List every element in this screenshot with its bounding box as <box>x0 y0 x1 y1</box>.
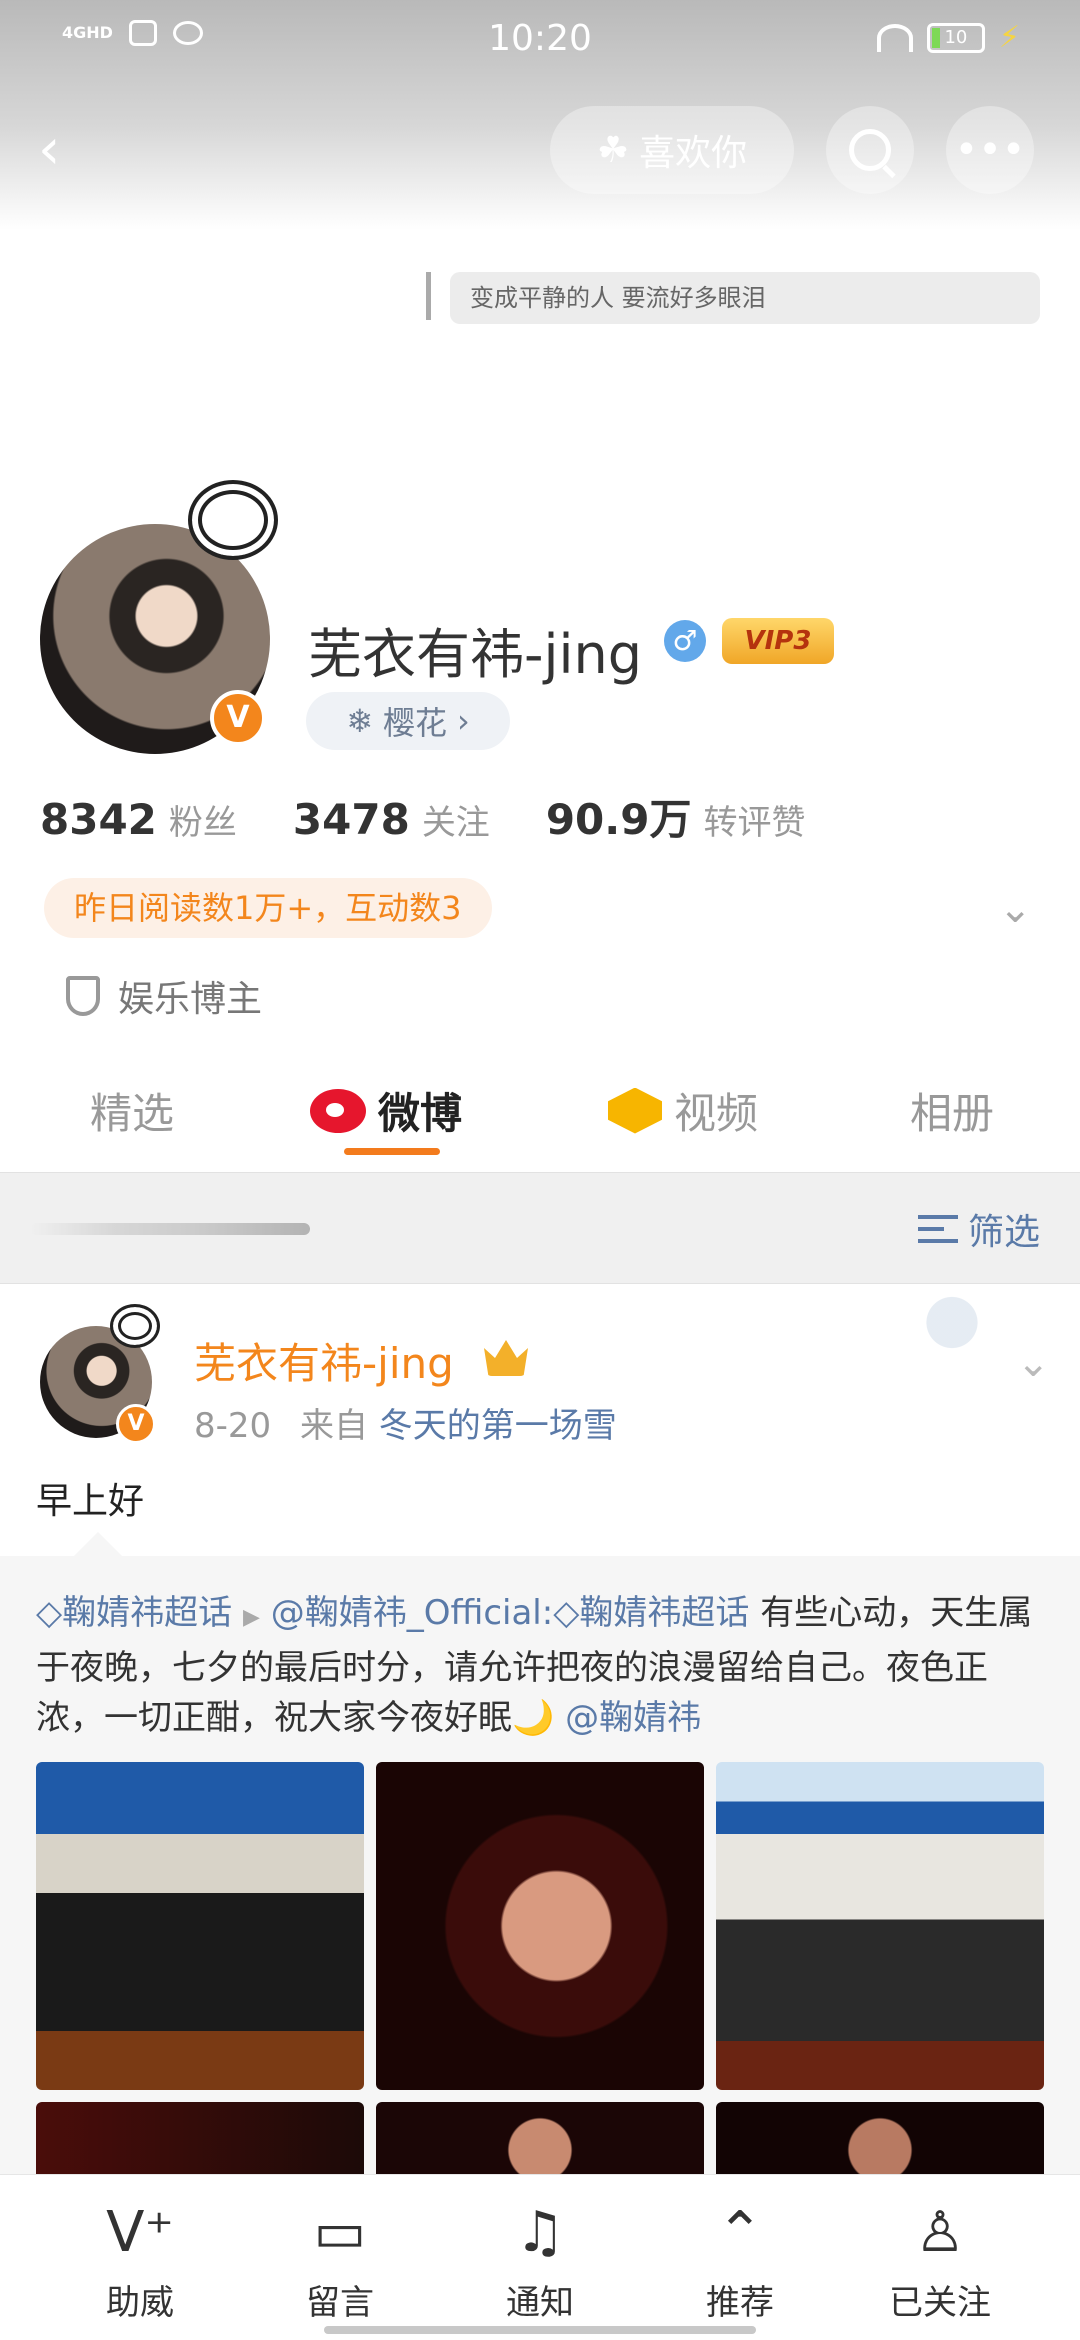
weibo-logo-icon <box>310 1088 366 1133</box>
post-verified-badge: V <box>116 1404 156 1444</box>
active-tab-indicator <box>344 1148 440 1155</box>
cheer-button[interactable]: V⁺ 助威 <box>60 2197 220 2324</box>
cheer-label: 助威 <box>106 2283 174 2323</box>
battery-level: 10 <box>944 26 968 48</box>
more-dots-icon: ••• <box>954 127 1026 173</box>
tab-video-label: 视频 <box>674 1089 759 1138</box>
status-bar: 4GHD 10:20 10 ⚡ <box>0 0 1080 80</box>
followed-button[interactable]: ♙ 已关注 <box>860 2197 1020 2324</box>
like-button[interactable]: ☘ 喜欢你 <box>550 106 794 194</box>
bottom-action-bar: V⁺ 助威 ▭ 留言 ♫ 通知 ⌃ 推荐 ♙ 已关注 <box>0 2174 1080 2340</box>
following-label[interactable]: 关注 <box>422 795 490 844</box>
stats-row: 8342 粉丝 3478 关注 90.9万 转评赞 <box>40 786 861 847</box>
post-menu-chevron-icon[interactable]: ⌄ <box>1016 1340 1050 1386</box>
filter-button[interactable]: 筛选 <box>917 1203 1040 1255</box>
chevron-left-icon: ‹ <box>38 117 61 182</box>
engagement-label[interactable]: 转评赞 <box>703 795 805 844</box>
search-icon <box>849 129 891 171</box>
topic-link-2[interactable]: ◇鞠婧祎超话 <box>553 1593 749 1633</box>
notify-button[interactable]: ♫ 通知 <box>460 2197 620 2324</box>
tab-album-label: 相册 <box>910 1089 995 1138</box>
tab-featured-label: 精选 <box>90 1089 175 1138</box>
followed-label: 已关注 <box>889 2283 991 2323</box>
male-gender-icon: ♂ <box>664 620 706 662</box>
repost-colon: : <box>541 1593 554 1633</box>
profile-tabs: 精选 微博 视频 相册 <box>0 1064 1080 1174</box>
topic-link-label: 鞠婧祎超话 <box>62 1593 233 1633</box>
user-check-icon: ♙ <box>914 2200 966 2265</box>
post-avatar-scribble <box>110 1304 160 1348</box>
topic-link[interactable]: ◇鞠婧祎超话 <box>36 1593 232 1633</box>
vip-badge[interactable]: VIP3 <box>722 618 834 664</box>
more-button[interactable]: ••• <box>946 106 1034 194</box>
status-right: 10 ⚡ <box>876 20 1020 55</box>
following-count[interactable]: 3478 <box>293 795 410 844</box>
repost-notch <box>72 1532 124 1558</box>
arrow-icon: ▶ <box>242 1605 260 1630</box>
battery-icon: 10 <box>926 22 985 53</box>
mention-link[interactable]: @鞠婧祎_Official <box>271 1593 542 1633</box>
post-text: 早上好 <box>36 1481 145 1522</box>
tab-video[interactable]: 视频 <box>608 1080 758 1141</box>
post-date: 8-20 <box>194 1406 272 1446</box>
tab-weibo[interactable]: 微博 <box>310 1080 462 1141</box>
filter-label: 筛选 <box>967 1212 1040 1253</box>
chevron-down-icon[interactable]: ⌄ <box>998 886 1032 932</box>
chevron-up-circle-icon: ⌃ <box>716 2200 764 2265</box>
verified-badge: V <box>210 690 266 746</box>
like-button-label: 喜欢你 <box>639 133 748 174</box>
post-author-name[interactable]: 芜衣有祎-jing <box>194 1330 454 1391</box>
tab-album[interactable]: 相册 <box>910 1080 994 1141</box>
bell-plus-icon: ♫ <box>514 2200 566 2265</box>
shield-icon <box>66 976 100 1016</box>
repost-text: ◇鞠婧祎超话 ▶ @鞠婧祎_Official:◇鞠婧祎超话 有些心动，天生属于夜… <box>36 1588 1046 1743</box>
followers-label[interactable]: 粉丝 <box>169 795 237 844</box>
photo-4[interactable] <box>36 2102 364 2182</box>
photo-6[interactable] <box>716 2102 1044 2182</box>
blurred-decoration <box>30 1223 310 1235</box>
photo-1[interactable] <box>36 1762 364 2090</box>
recommend-label: 推荐 <box>706 2283 774 2323</box>
profile-name: 芜衣有祎-jing <box>308 623 642 686</box>
bio-text: 变成平静的人 要流好多眼泪 <box>450 272 1040 324</box>
topic-link-2-label: 鞠婧祎超话 <box>579 1593 750 1633</box>
read-stats-pill[interactable]: 昨日阅读数1万+，互动数3 <box>44 878 492 938</box>
role-label: 娱乐博主 <box>118 979 263 1020</box>
snowflake-icon: ❄ <box>346 702 373 740</box>
bear-sticker-icon <box>902 1284 1002 1354</box>
back-button[interactable]: ‹ <box>38 120 84 180</box>
role-row: 娱乐博主 <box>66 970 262 1022</box>
followers-count[interactable]: 8342 <box>40 795 157 844</box>
tag-chip-label: 樱花 <box>383 704 448 742</box>
home-indicator[interactable] <box>324 2326 756 2334</box>
post-source[interactable]: 冬天的第一场雪 <box>379 1406 617 1446</box>
avatar-scribble-decoration <box>188 480 278 560</box>
charging-icon: ⚡ <box>998 20 1020 55</box>
post-from-prefix: 来自 <box>299 1406 368 1446</box>
photo-3[interactable] <box>716 1762 1044 2090</box>
filter-icon <box>917 1215 958 1243</box>
tag-chip[interactable]: ❄ 樱花 › <box>306 692 510 750</box>
crown-icon <box>484 1340 528 1376</box>
search-button[interactable] <box>826 106 914 194</box>
photo-2[interactable] <box>376 1762 704 2090</box>
tab-weibo-label: 微博 <box>378 1089 463 1138</box>
message-button[interactable]: ▭ 留言 <box>260 2197 420 2324</box>
hand-heart-icon: ☘ <box>596 129 630 171</box>
cheer-v-plus-icon: V⁺ <box>106 2200 174 2265</box>
photo-5[interactable] <box>376 2102 704 2182</box>
tab-featured[interactable]: 精选 <box>90 1080 174 1141</box>
chevron-right-icon: › <box>457 702 470 740</box>
mention-link-2[interactable]: @鞠婧祎 <box>565 1698 701 1738</box>
message-label: 留言 <box>306 2283 374 2323</box>
video-play-icon <box>608 1087 662 1134</box>
bio-divider <box>426 272 431 320</box>
recommend-button[interactable]: ⌃ 推荐 <box>660 2197 820 2324</box>
post-meta: 8-20 来自 冬天的第一场雪 <box>194 1398 617 1447</box>
filter-strip: 筛选 <box>0 1172 1080 1284</box>
message-bubble-icon: ▭ <box>313 2200 367 2265</box>
engagement-count[interactable]: 90.9万 <box>546 786 692 847</box>
notify-label: 通知 <box>506 2283 574 2323</box>
wifi-icon <box>876 23 913 52</box>
